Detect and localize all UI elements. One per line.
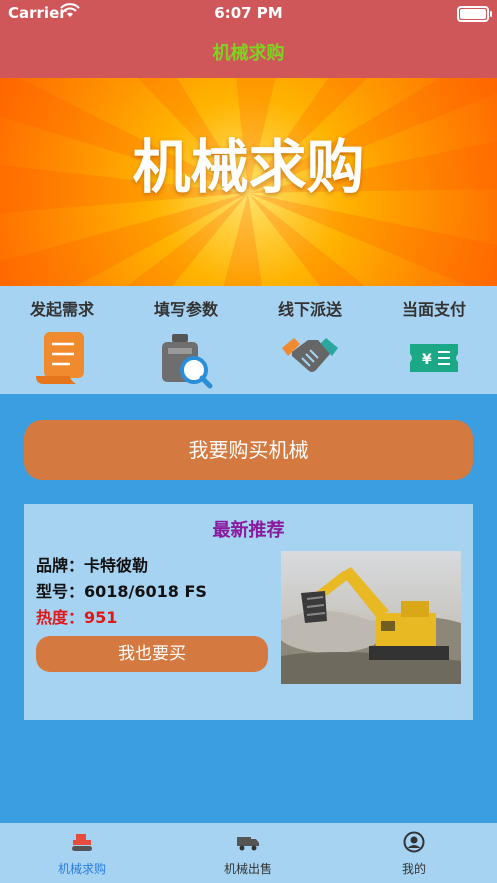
status-bar: Carrier 6:07 PM — [0, 0, 497, 26]
excavator-photo[interactable] — [281, 551, 461, 684]
feature-strip: 发起需求 填写参数 线下派送 当面支付 ¥ — [0, 286, 497, 394]
svg-text:¥: ¥ — [422, 352, 432, 368]
tab-label: 机械求购 — [57, 862, 106, 876]
feature-item-request[interactable]: 发起需求 — [0, 296, 124, 394]
page-title: 机械求购 — [212, 43, 285, 64]
tab-bar: 机械求购 机械出售 我的 — [0, 823, 497, 883]
scroll-document-icon — [36, 332, 84, 384]
feature-item-payment[interactable]: 当面支付 ¥ — [372, 296, 496, 394]
feature-label: 发起需求 — [29, 300, 94, 319]
recommendation-card: 最新推荐 品牌：卡特彼勒 型号：6018/6018 FS 热度：951 我也要买 — [24, 504, 473, 720]
crawler-machine-icon — [72, 834, 92, 851]
search-parameter-icon — [162, 334, 213, 389]
feature-item-delivery[interactable]: 线下派送 — [248, 296, 372, 394]
feature-label: 当面支付 — [401, 300, 466, 319]
feature-label: 填写参数 — [153, 300, 218, 319]
truck-icon — [237, 837, 259, 851]
tab-label: 机械出售 — [223, 862, 272, 876]
navigation-bar: 机械求购 — [0, 26, 497, 78]
battery-icon — [457, 6, 492, 22]
feature-label: 线下派送 — [277, 300, 342, 319]
brand-text: 品牌：卡特彼勒 — [36, 556, 149, 575]
recommend-title: 最新推荐 — [212, 520, 285, 541]
tab-mine[interactable]: 我的 — [354, 831, 474, 877]
model-text: 型号：6018/6018 FS — [36, 582, 207, 601]
handshake-icon — [282, 338, 338, 372]
hot-text: 热度：951 — [36, 608, 118, 627]
also-buy-button[interactable]: 我也要买 — [36, 636, 268, 672]
buy-machinery-button[interactable]: 我要购买机械 — [24, 420, 473, 480]
clock: 6:07 PM — [214, 4, 283, 22]
tab-machinery-sell[interactable]: 机械出售 — [188, 831, 308, 877]
tab-label: 我的 — [401, 862, 426, 876]
tab-machinery-buy[interactable]: 机械求购 — [22, 831, 142, 877]
user-circle-icon — [403, 831, 425, 853]
yuan-ticket-icon: ¥ — [410, 344, 458, 372]
banner-title: 机械求购 — [132, 133, 365, 201]
feature-item-params[interactable]: 填写参数 — [124, 296, 248, 394]
banner: 机械求购 — [0, 78, 497, 286]
